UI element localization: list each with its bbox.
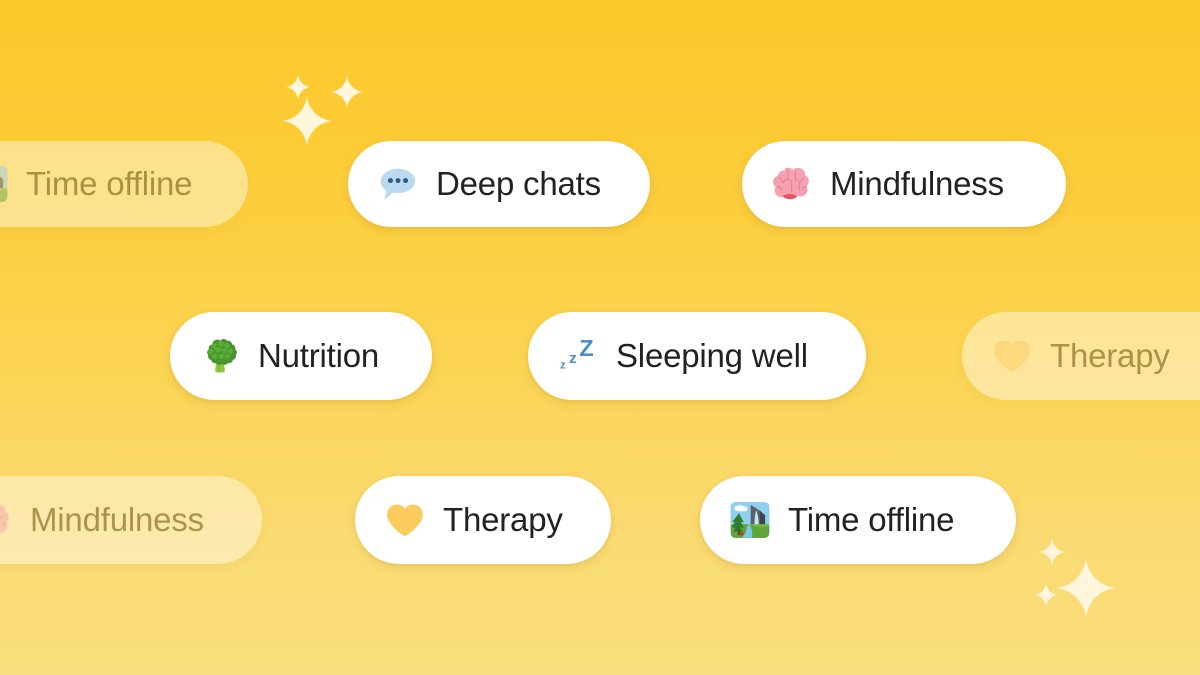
broccoli-emoji — [198, 334, 242, 378]
speech-balloon-emoji — [376, 162, 420, 206]
chip-label: Deep chats — [436, 165, 601, 202]
brain-emoji — [770, 162, 814, 206]
sparkle-bottom-small-icon — [1038, 538, 1066, 566]
chip-label: Sleeping well — [616, 337, 808, 374]
chip-deep-chats[interactable]: Deep chats — [348, 141, 650, 227]
promo-banner: Time offline Deep chats Mindfulness Nutr… — [0, 0, 1200, 675]
national-park-emoji — [728, 498, 772, 542]
brain-emoji — [0, 498, 14, 542]
chip-time-offline-faded[interactable]: Time offline — [0, 141, 248, 227]
sparkle-top-medium-icon — [330, 75, 364, 109]
sparkle-top-large-icon — [281, 95, 333, 147]
chip-nutrition[interactable]: Nutrition — [170, 312, 432, 400]
zzz-emoji: Zzz — [556, 334, 600, 378]
chip-sleeping-well[interactable]: Zzz Sleeping well — [528, 312, 866, 400]
chip-label: Mindfulness — [830, 165, 1004, 202]
chip-therapy-faded[interactable]: Therapy — [962, 312, 1200, 400]
chip-mindfulness-faded[interactable]: Mindfulness — [0, 476, 262, 564]
svg-text:z: z — [560, 359, 566, 371]
chip-label: Mindfulness — [30, 501, 204, 538]
national-park-emoji — [0, 162, 10, 206]
chip-mindfulness[interactable]: Mindfulness — [742, 141, 1066, 227]
chip-therapy[interactable]: Therapy — [355, 476, 611, 564]
chip-label: Time offline — [788, 501, 955, 538]
chip-label: Nutrition — [258, 337, 380, 374]
chip-time-offline[interactable]: Time offline — [700, 476, 1016, 564]
svg-text:Z: Z — [579, 335, 593, 361]
sparkle-top-small-icon — [285, 74, 311, 100]
chip-label: Time offline — [26, 165, 193, 202]
svg-text:z: z — [569, 350, 577, 367]
sparkle-bottom-large-icon — [1055, 557, 1117, 619]
yellow-heart-emoji — [383, 498, 427, 542]
sparkle-bottom-tiny-icon — [1034, 583, 1058, 607]
yellow-heart-emoji — [990, 334, 1034, 378]
chip-label: Therapy — [1050, 337, 1170, 374]
chip-label: Therapy — [443, 501, 563, 538]
